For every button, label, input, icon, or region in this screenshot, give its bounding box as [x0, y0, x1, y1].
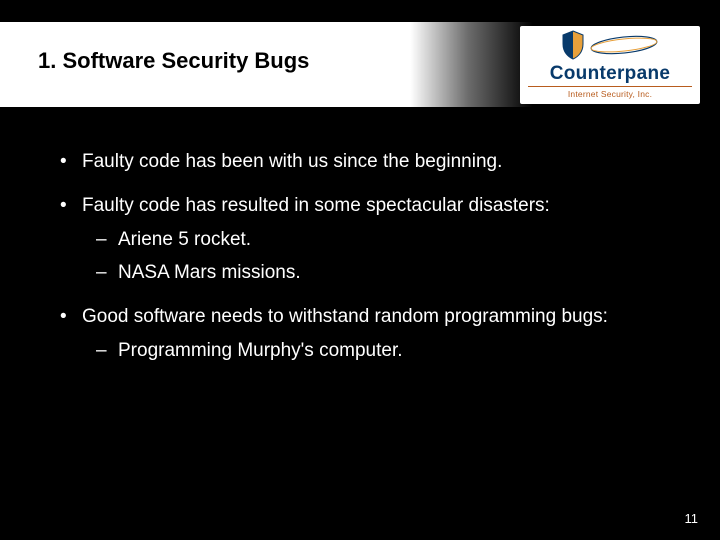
list-item: NASA Mars missions. — [96, 261, 662, 285]
sub-list: Ariene 5 rocket. NASA Mars missions. — [82, 228, 662, 286]
bullet-text: Faulty code has resulted in some spectac… — [82, 195, 550, 216]
bullet-list: Faulty code has been with us since the b… — [58, 150, 662, 363]
bullet-text: Ariene 5 rocket. — [118, 229, 251, 250]
logo-name: Counterpane — [528, 64, 692, 83]
logo-mark — [528, 30, 692, 64]
shield-icon — [561, 30, 585, 65]
sub-list: Programming Murphy's computer. — [82, 339, 662, 363]
slide-body: Faulty code has been with us since the b… — [0, 150, 720, 383]
slide-title: 1. Software Security Bugs — [38, 48, 309, 74]
bullet-text: Good software needs to withstand random … — [82, 306, 608, 327]
logo-subtitle: Internet Security, Inc. — [528, 86, 692, 99]
bullet-text: Faulty code has been with us since the b… — [82, 151, 502, 172]
list-item: Faulty code has been with us since the b… — [58, 150, 662, 174]
bullet-text: Programming Murphy's computer. — [118, 340, 403, 361]
swoosh-icon — [589, 34, 659, 61]
list-item: Programming Murphy's computer. — [96, 339, 662, 363]
list-item: Faulty code has resulted in some spectac… — [58, 194, 662, 285]
list-item: Ariene 5 rocket. — [96, 228, 662, 252]
bullet-text: NASA Mars missions. — [118, 262, 301, 283]
list-item: Good software needs to withstand random … — [58, 305, 662, 363]
page-number: 11 — [685, 511, 699, 526]
counterpane-logo: Counterpane Internet Security, Inc. — [520, 26, 700, 104]
